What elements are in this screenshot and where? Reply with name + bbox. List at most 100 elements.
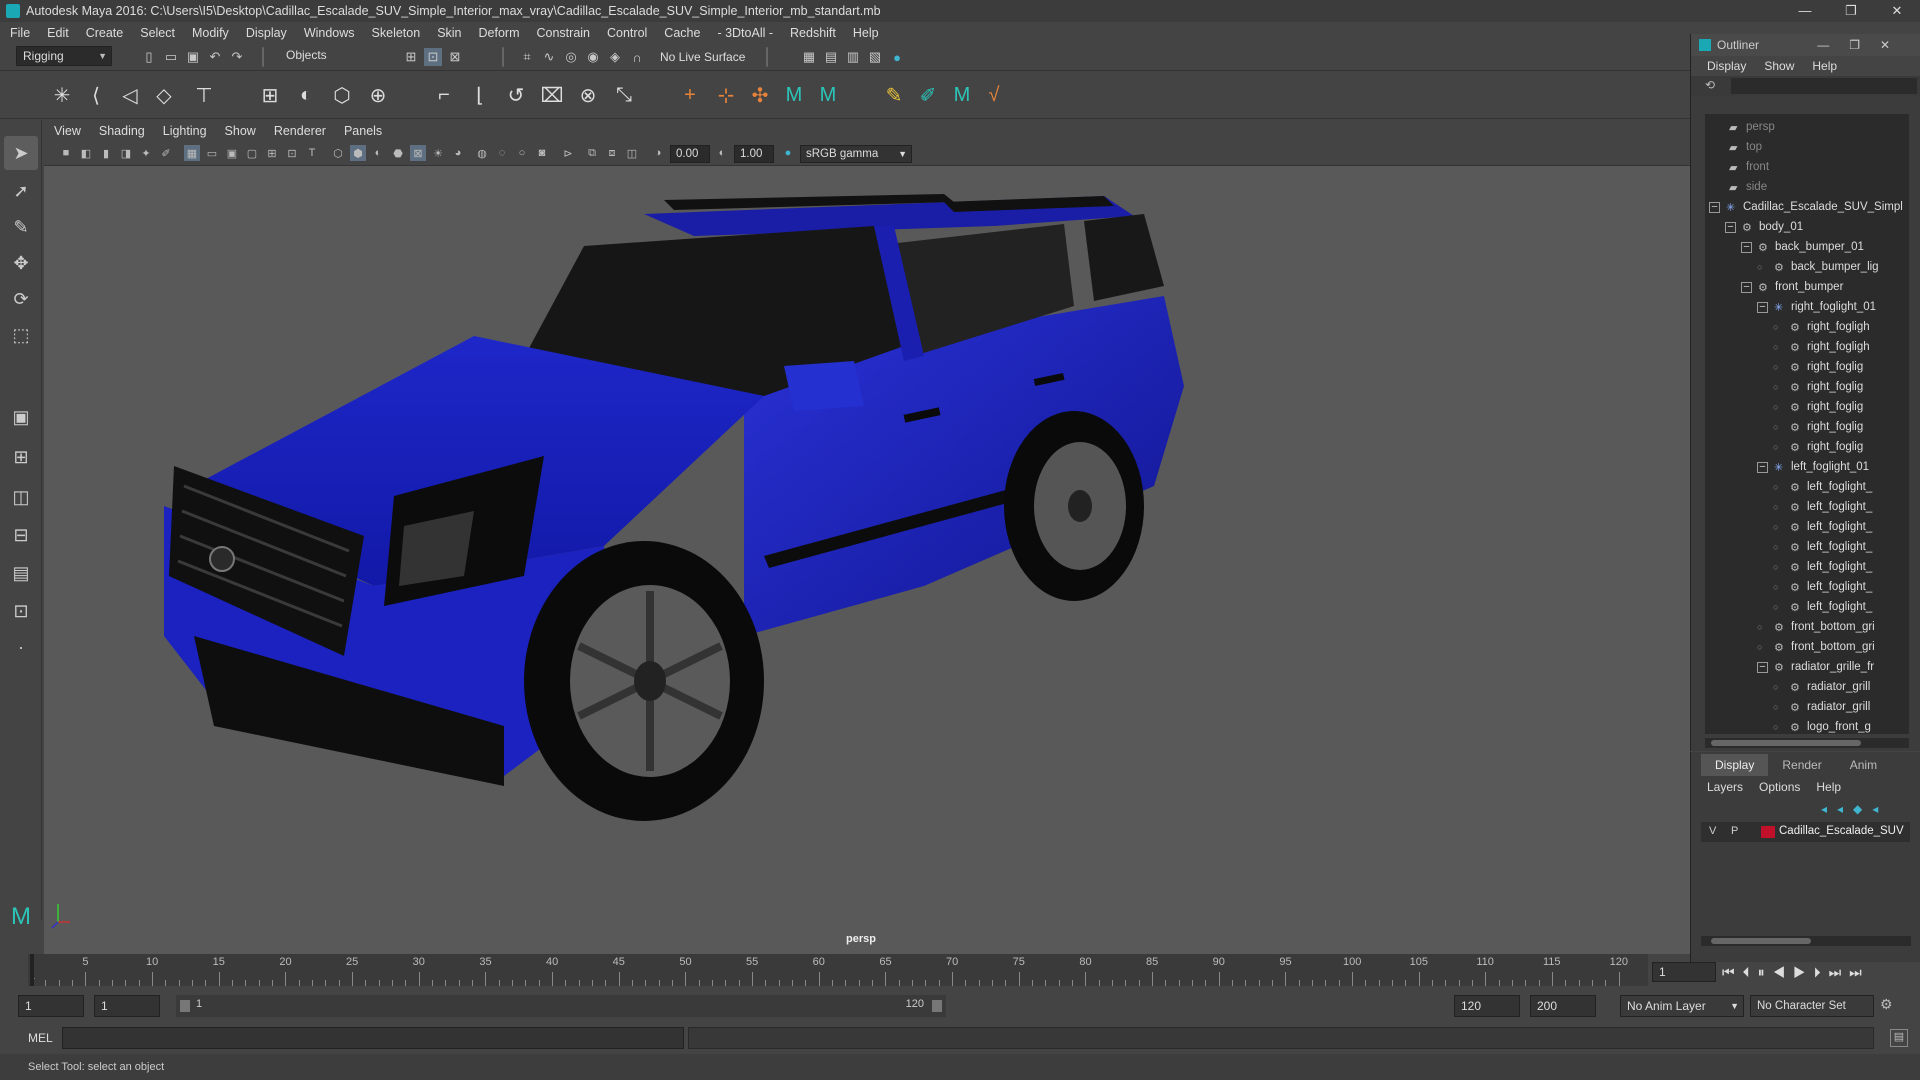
outliner-item[interactable]: ○ ⚙ right_foglig	[1773, 378, 1863, 396]
menu-file[interactable]: File	[10, 26, 30, 40]
side-view-icon[interactable]: ◫	[4, 480, 38, 514]
resolution-gate-icon[interactable]: ▣	[224, 145, 240, 161]
menu-select[interactable]: Select	[140, 26, 175, 40]
menu-create[interactable]: Create	[86, 26, 124, 40]
more-layouts-icon[interactable]: ·	[4, 630, 38, 664]
magnet-icon[interactable]: ∩	[628, 48, 646, 66]
safe-title-icon[interactable]: T	[304, 145, 320, 161]
motion-blur-icon[interactable]: ◌	[494, 145, 510, 161]
suv-model[interactable]	[164, 194, 1184, 821]
layer-tab-render[interactable]: Render	[1768, 754, 1835, 776]
viewport-menu-show[interactable]: Show	[225, 124, 256, 138]
use-all-lights-icon[interactable]: ☀	[430, 145, 446, 161]
paint-weights-icon[interactable]: ↺	[502, 81, 530, 109]
restore-button[interactable]: ❐	[1828, 0, 1874, 22]
outliner-camera-item[interactable]: ▰ persp	[1729, 118, 1775, 136]
layer-name[interactable]: Cadillac_Escalade_SUV	[1779, 825, 1904, 837]
playback-end-field[interactable]: 120	[1454, 995, 1520, 1017]
layer-color-swatch[interactable]	[1761, 826, 1775, 838]
range-bar[interactable]: 1 120	[176, 995, 946, 1017]
command-input[interactable]	[62, 1027, 684, 1049]
render-settings-icon[interactable]: ▦	[800, 48, 818, 66]
ik-handle-icon[interactable]: ⊤	[190, 81, 218, 109]
expand-collapse-icon[interactable]: −	[1757, 661, 1768, 673]
joint-tool-icon[interactable]: ✳	[48, 81, 76, 109]
outliner-item[interactable]: ○ ⚙ back_bumper_lig	[1757, 258, 1879, 276]
exposure-field[interactable]: 0.00	[670, 145, 710, 163]
hypershade-layout-icon[interactable]: ⊡	[4, 594, 38, 628]
smooth-bind-icon[interactable]: ⌊	[466, 81, 494, 109]
outliner-window-buttons[interactable]: —❐✕	[1817, 38, 1910, 52]
outliner-camera-item[interactable]: ▰ top	[1729, 138, 1762, 156]
layer-tab-display[interactable]: Display	[1701, 754, 1769, 776]
screen-space-ao-icon[interactable]: ◍	[474, 145, 490, 161]
render-frame-icon[interactable]: ▤	[822, 48, 840, 66]
live-surface-label[interactable]: No Live Surface	[660, 50, 745, 64]
nonlinear-icon[interactable]: ◐	[292, 81, 320, 109]
orient-constraint-icon[interactable]: ✣	[746, 81, 774, 109]
lasso-tool-icon[interactable]: ➚	[4, 174, 38, 208]
wireframe-icon[interactable]: ⬡	[330, 145, 346, 161]
outliner-menu-help[interactable]: Help	[1812, 59, 1837, 73]
rotate-tool-icon[interactable]: ⟳	[4, 282, 38, 316]
parent-constraint-icon[interactable]: M	[780, 81, 808, 109]
layer-visibility-toggle[interactable]: V	[1709, 825, 1716, 837]
expand-collapse-icon[interactable]: −	[1741, 241, 1752, 253]
isolate-select-icon[interactable]: ⊳	[560, 145, 576, 161]
layer-hscrollbar[interactable]	[1701, 936, 1911, 946]
film-gate-icon[interactable]: ▭	[204, 145, 220, 161]
move-tool-icon[interactable]: ✥	[4, 246, 38, 280]
menuset-dropdown[interactable]: Rigging ▼	[16, 46, 112, 66]
outliner-item[interactable]: ○ ⚙ left_foglight_	[1773, 498, 1872, 516]
outliner-item[interactable]: ○ ⚙ left_foglight_	[1773, 558, 1872, 576]
outliner-camera-item[interactable]: ▰ front	[1729, 158, 1769, 176]
outliner-menu-display[interactable]: Display	[1707, 59, 1746, 73]
menu-cache[interactable]: Cache	[664, 26, 700, 40]
outliner-refresh-icon[interactable]: ⟲	[1705, 78, 1715, 92]
snap-view-icon[interactable]: ◉	[584, 48, 602, 66]
viewport-menu-view[interactable]: View	[54, 124, 81, 138]
scale-tool-icon[interactable]: ⬚	[4, 318, 38, 352]
field-chart-icon[interactable]: ⊞	[264, 145, 280, 161]
expand-collapse-icon[interactable]: −	[1709, 201, 1720, 213]
color-space-dropdown[interactable]: sRGB gamma ▼	[800, 145, 912, 163]
image-plane-icon[interactable]: ◨	[118, 145, 134, 161]
outliner-item[interactable]: ○ ⚙ right_foglig	[1773, 418, 1863, 436]
safe-action-icon[interactable]: ⊡	[284, 145, 300, 161]
textured-icon[interactable]: ⊠	[410, 145, 426, 161]
insert-joint-icon[interactable]: ⟨	[82, 81, 110, 109]
anim-layer-dropdown[interactable]: No Anim Layer ▼	[1620, 995, 1744, 1017]
menu-edit[interactable]: Edit	[47, 26, 69, 40]
select-tool-icon[interactable]: ➤	[4, 136, 38, 170]
ipr-render-icon[interactable]: ▥	[844, 48, 862, 66]
snap-point-icon[interactable]: ◎	[562, 48, 580, 66]
smooth-shade-icon[interactable]: ⬢	[350, 145, 366, 161]
expand-collapse-icon[interactable]: −	[1741, 281, 1752, 293]
new-scene-icon[interactable]: ▯	[140, 48, 158, 66]
expand-collapse-icon[interactable]: −	[1725, 221, 1736, 233]
set-key-icon[interactable]: ✎	[880, 81, 908, 109]
select-object-icon[interactable]: ⊡	[424, 48, 442, 66]
playback-start-field[interactable]: 1	[94, 995, 160, 1017]
viewport-menu-renderer[interactable]: Renderer	[274, 124, 326, 138]
exposure-icon[interactable]: ◑	[650, 145, 666, 161]
outliner-item[interactable]: − ⚙ body_01	[1725, 218, 1803, 236]
lattice-icon[interactable]: ⬡	[328, 81, 356, 109]
viewport-menu-shading[interactable]: Shading	[99, 124, 145, 138]
outliner-item[interactable]: ○ ⚙ logo_front_g	[1773, 718, 1871, 734]
layer-row[interactable]: V P Cadillac_Escalade_SUV	[1701, 822, 1910, 842]
detach-skin-icon[interactable]: ⌧	[538, 81, 566, 109]
anim-prefs-icon[interactable]: ⚙	[1880, 996, 1893, 1013]
layer-buttons-icon[interactable]: ◂◂◆◂	[1821, 802, 1888, 816]
default-material-icon[interactable]: ◐	[370, 145, 386, 161]
camera-select-icon[interactable]: ■	[58, 145, 74, 161]
hik-icon[interactable]: M	[948, 81, 976, 109]
outliner-item[interactable]: − ✳ Cadillac_Escalade_SUV_Simpl	[1709, 198, 1903, 216]
outliner-item[interactable]: ○ ⚙ right_foglig	[1773, 358, 1863, 376]
single-view-icon[interactable]: ▣	[4, 400, 38, 434]
wireframe-on-shaded-icon[interactable]: ⬣	[390, 145, 406, 161]
current-time-marker[interactable]	[30, 954, 34, 986]
mirror-joint-icon[interactable]: ◁	[116, 81, 144, 109]
outliner-item[interactable]: ○ ⚙ front_bottom_gri	[1757, 618, 1875, 636]
outliner-item[interactable]: ○ ⚙ radiator_grill	[1773, 698, 1870, 716]
